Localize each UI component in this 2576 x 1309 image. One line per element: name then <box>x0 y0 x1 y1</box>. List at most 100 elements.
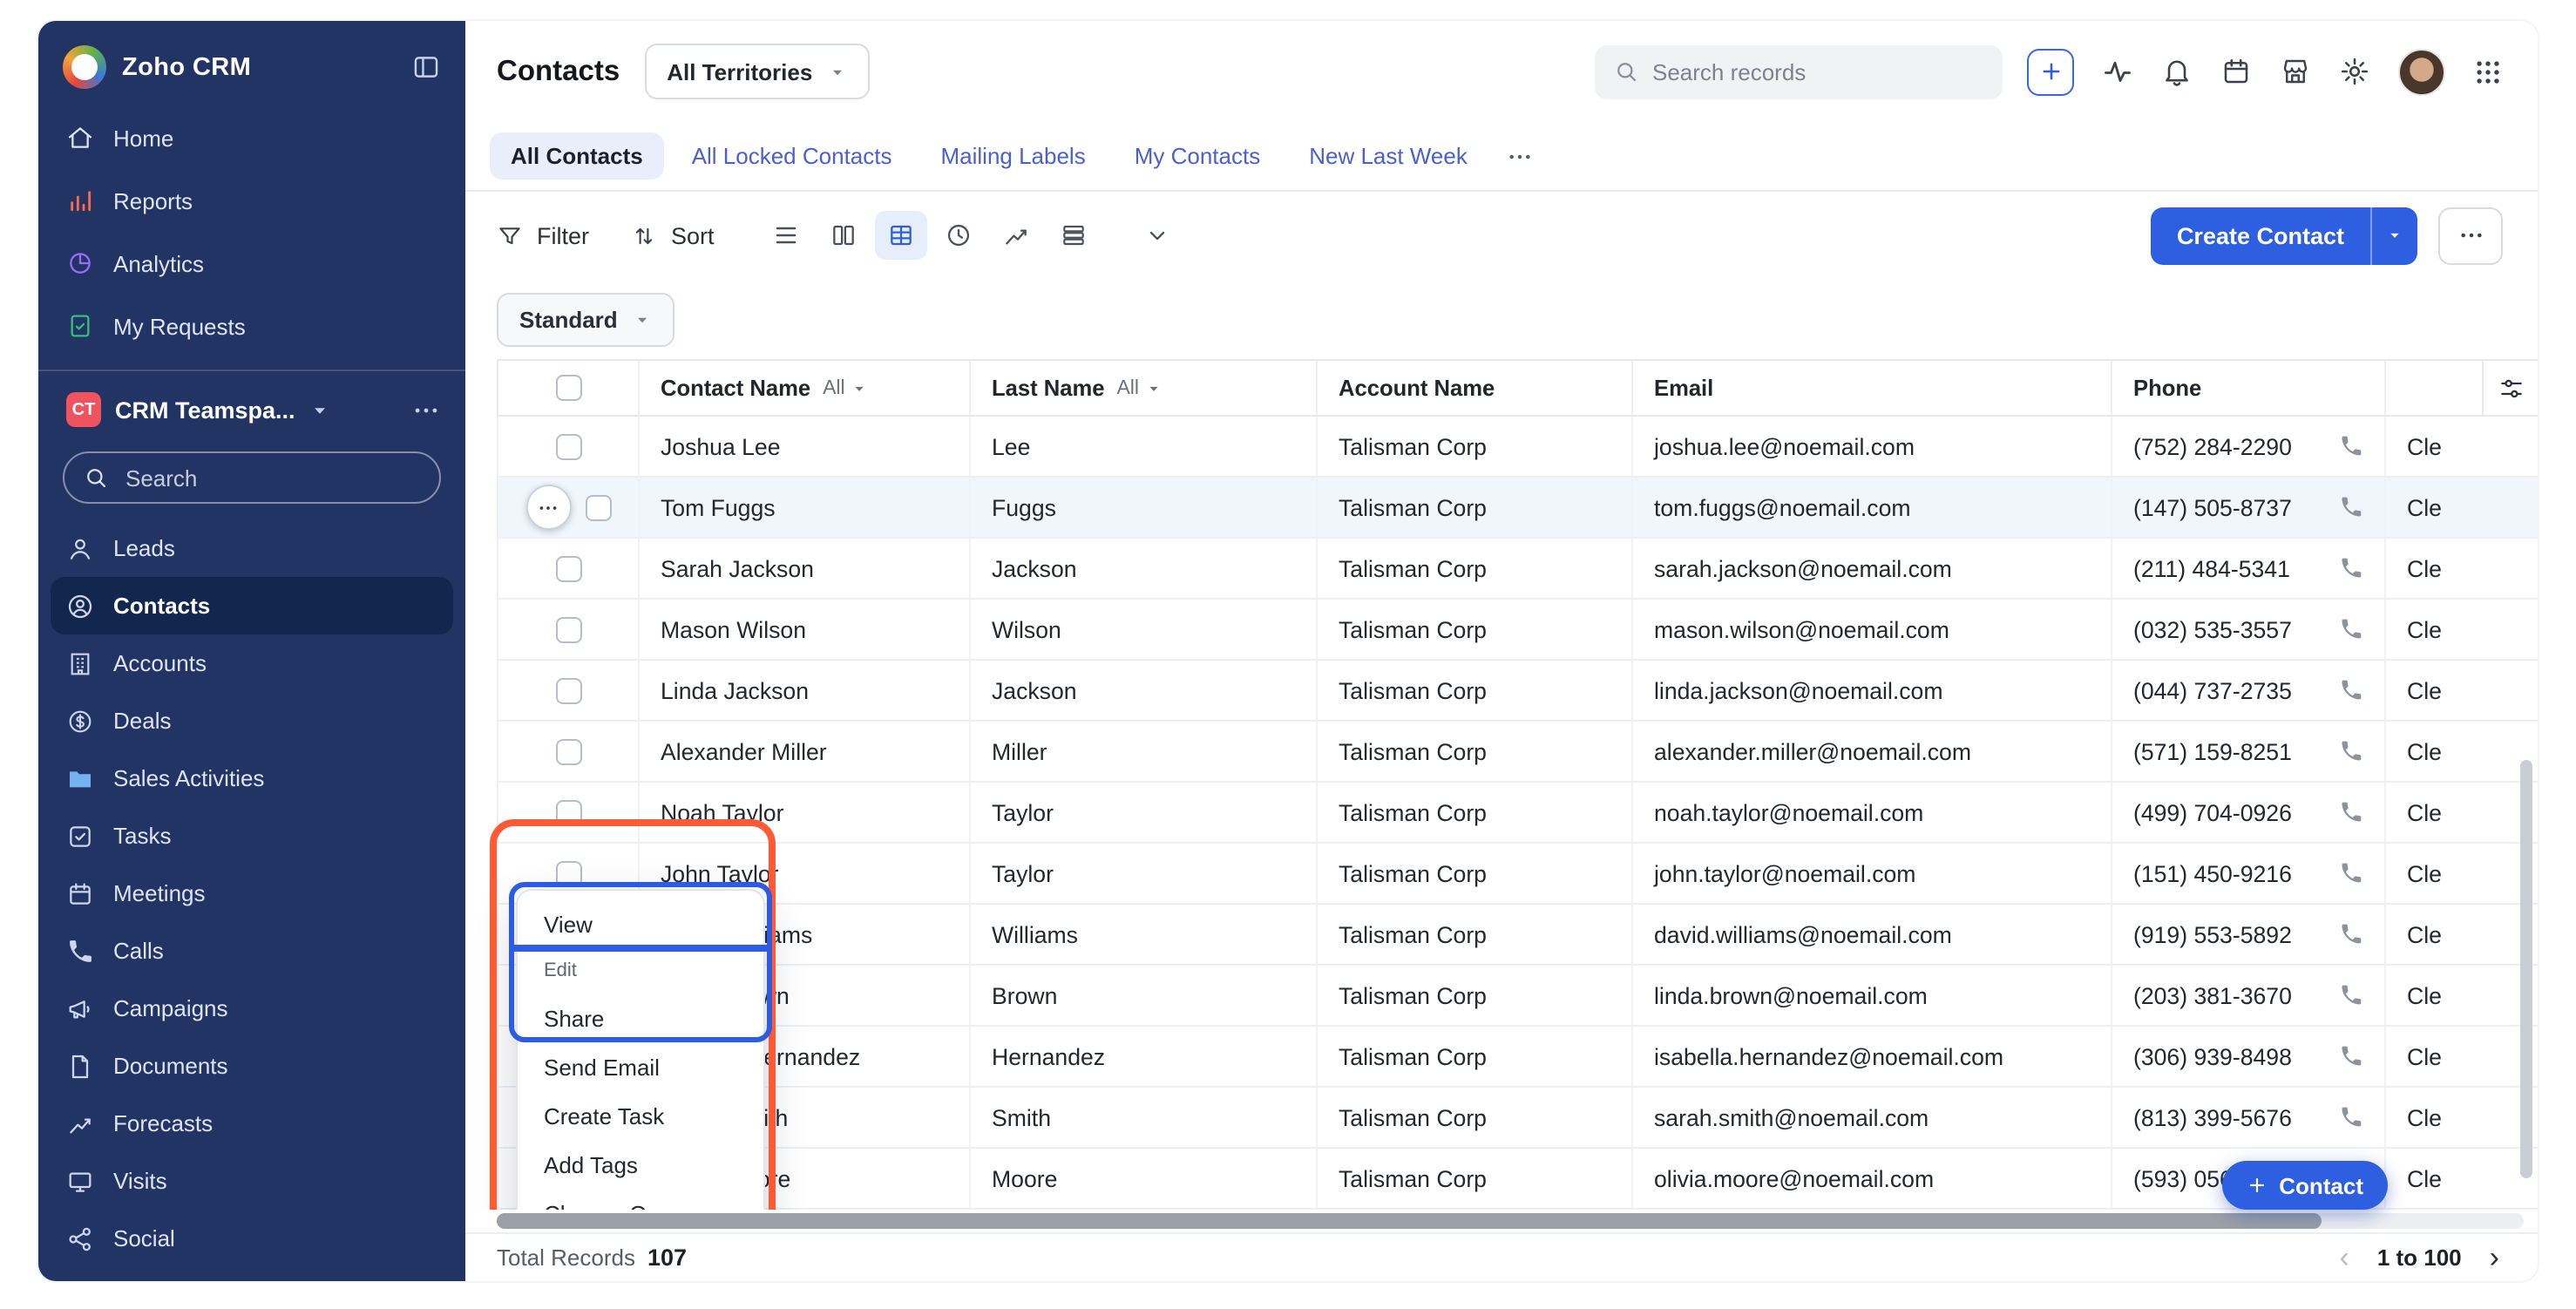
sidebar-search-input[interactable] <box>122 463 420 492</box>
sidebar-item-deals[interactable]: Deals <box>51 692 453 749</box>
tab-new-last-week[interactable]: New Last Week <box>1288 132 1488 180</box>
email-cell[interactable]: isabella.hernandez@noemail.com <box>1633 1027 2112 1086</box>
list-view-button[interactable] <box>760 211 812 260</box>
phone-cell[interactable]: (813) 399-5676 <box>2112 1088 2386 1147</box>
sidebar-item-leads[interactable]: Leads <box>51 519 453 577</box>
phone-cell[interactable]: (044) 737-2735 <box>2112 661 2386 720</box>
account-name-cell[interactable]: Talisman Corp <box>1318 1088 1633 1147</box>
account-name-cell[interactable]: Talisman Corp <box>1318 905 1633 964</box>
table-row[interactable]: Sarah SmithSmithTalisman Corpsarah.smith… <box>497 1088 2538 1149</box>
sidebar-item-sales-activities[interactable]: Sales Activities <box>51 749 453 807</box>
column-header-phone[interactable]: Phone <box>2112 361 2386 415</box>
account-name-cell[interactable]: Talisman Corp <box>1318 661 1633 720</box>
row-checkbox[interactable] <box>555 738 581 764</box>
create-contact-button[interactable]: Create Contact <box>2151 207 2417 264</box>
phone-cell[interactable]: (306) 939-8498 <box>2112 1027 2386 1086</box>
horizontal-scrollbar[interactable] <box>497 1210 2524 1232</box>
row-actions-button[interactable] <box>525 485 571 530</box>
sidebar-item-home[interactable]: Home <box>38 106 465 169</box>
territory-dropdown[interactable]: All Territories <box>644 44 870 99</box>
email-cell[interactable]: john.taylor@noemail.com <box>1633 844 2112 903</box>
account-name-cell[interactable]: Talisman Corp <box>1318 478 1633 537</box>
row-checkbox[interactable] <box>555 799 581 825</box>
column-header-contact-name[interactable]: Contact NameAll <box>640 361 971 415</box>
table-row[interactable]: Linda JacksonJacksonTalisman Corplinda.j… <box>497 661 2538 722</box>
email-cell[interactable]: linda.brown@noemail.com <box>1633 966 2112 1025</box>
column-header-last-name[interactable]: Last NameAll <box>971 361 1318 415</box>
email-cell[interactable]: alexander.miller@noemail.com <box>1633 722 2112 781</box>
phone-cell[interactable]: (147) 505-8737 <box>2112 478 2386 537</box>
email-cell[interactable]: sarah.smith@noemail.com <box>1633 1088 2112 1147</box>
table-row[interactable]: John TaylorTaylorTalisman Corpjohn.taylo… <box>497 844 2538 905</box>
table-row[interactable]: Noah TaylorTaylorTalisman Corpnoah.taylo… <box>497 783 2538 844</box>
row-checkbox[interactable] <box>555 433 581 459</box>
sidebar-collapse-icon[interactable] <box>411 52 441 82</box>
views-expand-icon[interactable] <box>1145 223 1169 248</box>
global-search[interactable]: Search records <box>1595 44 2003 98</box>
account-name-cell[interactable]: Talisman Corp <box>1318 722 1633 781</box>
tab-my-contacts[interactable]: My Contacts <box>1114 132 1282 180</box>
column-header-email[interactable]: Email <box>1633 361 2112 415</box>
sidebar-item-reports[interactable]: Reports <box>38 169 465 232</box>
tab-all-locked-contacts[interactable]: All Locked Contacts <box>671 132 913 180</box>
timeline-view-button[interactable] <box>932 211 985 260</box>
email-cell[interactable]: sarah.jackson@noemail.com <box>1633 539 2112 598</box>
next-page-chevron[interactable]: › <box>2490 1243 2499 1272</box>
menu-item-create-task[interactable]: Create Task <box>518 1091 763 1140</box>
tabs-more-button[interactable] <box>1495 137 1544 175</box>
account-name-cell[interactable]: Talisman Corp <box>1318 1027 1633 1086</box>
email-cell[interactable]: joshua.lee@noemail.com <box>1633 417 2112 476</box>
table-view-button[interactable] <box>875 211 927 260</box>
column-filter-dropdown[interactable]: All <box>823 377 868 398</box>
email-cell[interactable]: olivia.moore@noemail.com <box>1633 1149 2112 1208</box>
phone-cell[interactable]: (151) 450-9216 <box>2112 844 2386 903</box>
teamspace-more-icon[interactable] <box>411 395 441 424</box>
phone-cell[interactable]: (499) 704-0926 <box>2112 783 2386 842</box>
table-row[interactable]: Alexander MillerMillerTalisman Corpalexa… <box>497 722 2538 783</box>
table-row[interactable]: David WilliamsWilliamsTalisman Corpdavid… <box>497 905 2538 966</box>
chart-view-button[interactable] <box>990 211 1042 260</box>
customize-columns-button[interactable] <box>2482 361 2538 415</box>
create-contact-dropdown[interactable] <box>2370 207 2417 264</box>
row-checkbox[interactable] <box>585 494 611 520</box>
sidebar-search[interactable] <box>63 451 441 504</box>
calendar-icon[interactable] <box>2220 56 2252 87</box>
account-name-cell[interactable]: Talisman Corp <box>1318 1149 1633 1208</box>
sidebar-item-meetings[interactable]: Meetings <box>51 865 453 922</box>
menu-item-edit[interactable]: Edit <box>518 948 763 994</box>
contact-name-cell[interactable]: Noah Taylor <box>640 783 971 842</box>
phone-cell[interactable]: (919) 553-5892 <box>2112 905 2386 964</box>
contact-name-cell[interactable]: Linda Jackson <box>640 661 971 720</box>
table-row[interactable]: Joshua LeeLeeTalisman Corpjoshua.lee@noe… <box>497 417 2538 478</box>
account-name-cell[interactable]: Talisman Corp <box>1318 600 1633 659</box>
sidebar-item-social[interactable]: Social <box>51 1210 453 1267</box>
table-row[interactable]: Tom FuggsFuggsTalisman Corptom.fuggs@noe… <box>497 478 2538 539</box>
sidebar-item-forecasts[interactable]: Forecasts <box>51 1095 453 1152</box>
sidebar-item-analytics[interactable]: Analytics <box>38 232 465 295</box>
sidebar-item-campaigns[interactable]: Campaigns <box>51 980 453 1037</box>
apps-grid-icon[interactable] <box>2473 57 2503 86</box>
menu-item-view[interactable]: View <box>518 899 763 948</box>
settings-gear-icon[interactable] <box>2339 56 2370 87</box>
phone-cell[interactable]: (571) 159-8251 <box>2112 722 2386 781</box>
menu-item-send-email[interactable]: Send Email <box>518 1042 763 1091</box>
menu-item-add-tags[interactable]: Add Tags <box>518 1140 763 1189</box>
sidebar-item-calls[interactable]: Calls <box>51 922 453 980</box>
email-cell[interactable]: tom.fuggs@noemail.com <box>1633 478 2112 537</box>
row-checkbox[interactable] <box>555 616 581 642</box>
account-name-cell[interactable]: Talisman Corp <box>1318 783 1633 842</box>
phone-cell[interactable]: (032) 535-3557 <box>2112 600 2386 659</box>
list-more-actions-button[interactable] <box>2438 207 2503 264</box>
email-cell[interactable]: mason.wilson@noemail.com <box>1633 600 2112 659</box>
email-cell[interactable]: david.williams@noemail.com <box>1633 905 2112 964</box>
menu-item-change-owner[interactable]: Change Owner <box>518 1189 763 1210</box>
user-avatar[interactable] <box>2398 48 2445 95</box>
phone-cell[interactable]: (203) 381-3670 <box>2112 966 2386 1025</box>
notifications-bell-icon[interactable] <box>2161 56 2193 87</box>
zia-icon[interactable] <box>2102 56 2133 87</box>
sidebar-item-contacts[interactable]: Contacts <box>51 577 453 634</box>
saved-view-dropdown[interactable]: Standard <box>497 292 675 346</box>
tab-mailing-labels[interactable]: Mailing Labels <box>920 132 1107 180</box>
column-view-button[interactable] <box>817 211 870 260</box>
marketplace-icon[interactable] <box>2280 56 2311 87</box>
